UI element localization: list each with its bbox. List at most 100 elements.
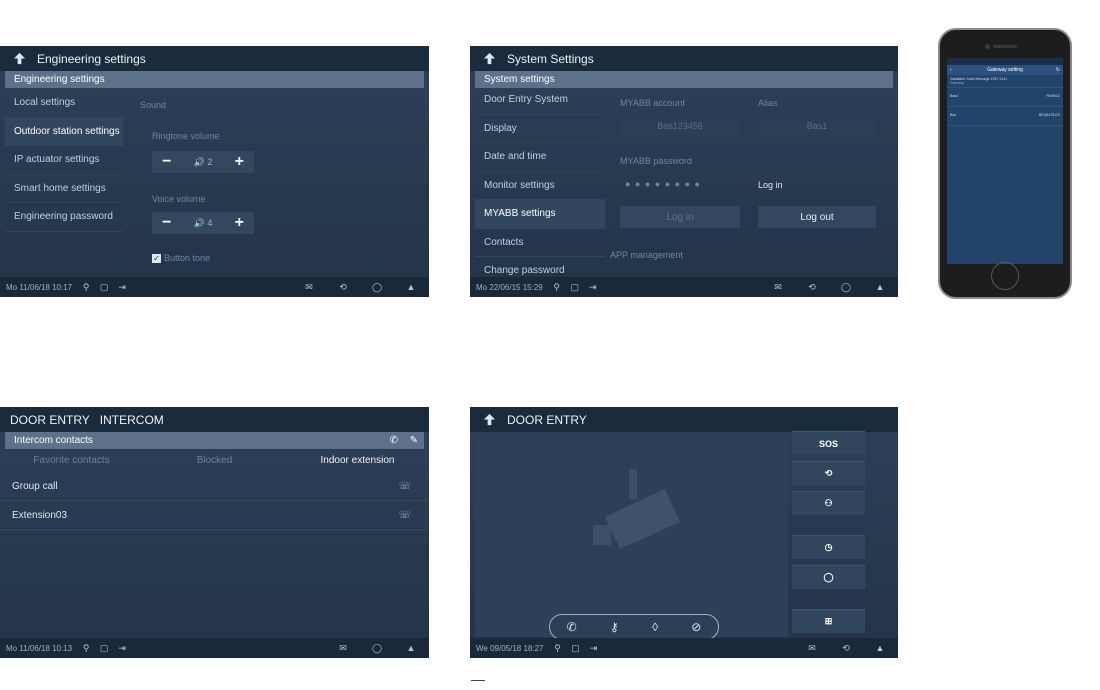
menu-item-outdoor-station-settings[interactable]: Outdoor station settings [5,117,123,146]
password-field[interactable]: ● ● ● ● ● ● ● ● [625,179,701,189]
voice-volume-stepper: − 🔊 4 + [152,212,254,234]
tab-door-entry[interactable]: DOOR ENTRY [10,413,90,427]
checkbox-checked-icon[interactable]: ✓ [152,253,161,263]
bell-icon[interactable]: ▲ [405,643,417,653]
plus-button[interactable]: + [235,153,244,171]
ringtone-volume-stepper: − 🔊 2 + [152,151,254,173]
rotate-view-button[interactable]: ⟲ [792,461,865,485]
tab-blocked[interactable]: Blocked [143,455,286,466]
login-button[interactable]: Log in [620,206,740,228]
history-button[interactable]: ◷ [792,535,865,559]
history-icon[interactable]: ⟲ [806,282,818,292]
ringtone-value: 2 [207,156,213,167]
history-icon[interactable]: ⟲ [337,282,349,292]
back-arrow-icon[interactable] [480,52,498,66]
switch-camera-button[interactable]: ⚇ [792,491,865,515]
menu-item-display[interactable]: Display [475,115,605,143]
signal-icon: ⚲ [82,281,90,292]
title-bar: Engineering settings [0,46,429,71]
status-date-time: Mo 22/06/15 15:29 [476,282,543,292]
plus-button[interactable]: + [235,214,244,232]
settings-menu: Local settings Outdoor station settings … [5,89,123,232]
phone-row-value: PAHBD2 [1046,94,1060,98]
bell-icon[interactable]: ▲ [874,282,886,292]
menu-item-ip-actuator-settings[interactable]: IP actuator settings [5,146,123,175]
call-icon[interactable]: ☏ [398,510,411,521]
menu-item-engineering-password[interactable]: Engineering password [5,203,123,232]
mute-icon[interactable]: ⊘ [691,620,701,634]
title-bar: DOOR ENTRY INTERCOM [0,407,429,432]
signal-icon: ⚲ [553,281,561,292]
button-tone-option[interactable]: ✓ Button tone [152,253,210,263]
tab-intercom[interactable]: INTERCOM [100,413,164,427]
menu-item-myabb-settings[interactable]: MYABB settings [475,200,605,229]
chat-icon[interactable]: ◯ [840,282,852,292]
back-arrow-icon[interactable] [480,413,498,427]
contact-tabs: Favorite contacts Blocked Indoor extensi… [0,449,429,472]
handset-icon[interactable]: ✆ [567,620,577,634]
phone-row[interactable]: Bas BEQ6478123 [947,107,1063,126]
monitor-icon: ▢ [99,281,109,292]
tab-favorite-contacts[interactable]: Favorite contacts [0,455,143,466]
phone-row[interactable]: Bas4 PAHBD2 [947,88,1063,107]
contact-name: Group call [12,480,58,492]
phone-add-icon[interactable]: ✆ [390,435,398,446]
logout-button[interactable]: Log out [758,206,876,228]
door-entry-panel: DOOR ENTRY ✆ ⚷ ◊ ⊘ SOS ⟲ ⚇ ◷ ◯ ⊞ We 09/0… [470,407,898,658]
camera-switch-icon: ⚇ [824,498,833,508]
rotate-icon: ⟲ [824,468,833,478]
message-icon[interactable]: ✉ [806,643,818,653]
page-title: System Settings [507,51,594,66]
video-area: ✆ ⚷ ◊ ⊘ [475,432,788,640]
page-title: Engineering settings [37,51,146,66]
login-status: Log in [758,180,783,190]
account-field[interactable]: Bas123456 [620,116,740,136]
chat-icon[interactable]: ◯ [371,282,383,292]
message-icon[interactable]: ✉ [303,282,315,292]
tab-indoor-extension[interactable]: Indoor extension [286,455,429,466]
alias-field[interactable]: Bas1 [758,116,876,136]
home-button[interactable] [991,262,1019,290]
menu-item-smart-home-settings[interactable]: Smart home settings [5,175,123,203]
layout-button[interactable]: ⊞ [792,609,865,633]
voice-value: 4 [207,217,213,228]
section-header: Intercom contacts ✆ ✎ [5,432,424,449]
history-icon[interactable]: ⟲ [840,643,852,653]
call-icon[interactable]: ☏ [398,481,411,492]
menu-item-monitor-settings[interactable]: Monitor settings [475,172,605,200]
phone-row-sub: Gateway [950,81,964,85]
back-arrow-icon[interactable] [10,52,28,66]
status-date-time: We 09/05/18 18:27 [476,643,544,653]
section-header: Engineering settings [5,71,424,88]
menu-item-contacts[interactable]: Contacts [475,229,605,257]
refresh-icon[interactable]: ↻ [1056,67,1060,73]
exit-icon: ⇥ [589,642,598,653]
message-icon[interactable]: ✉ [337,643,349,653]
list-item[interactable]: Group call ☏ [0,472,429,501]
intercom-panel: DOOR ENTRY INTERCOM Intercom contacts ✆ … [0,407,429,658]
ringtone-volume-label: Ringtone volume [152,131,220,141]
minus-button[interactable]: − [162,214,171,232]
minus-button[interactable]: − [162,153,171,171]
signal-icon: ⚲ [82,642,90,653]
grid-icon: ⊞ [824,616,833,626]
wrench-icon[interactable]: ✎ [410,435,418,446]
menu-item-date-and-time[interactable]: Date and time [475,143,605,172]
message-icon[interactable]: ✉ [772,282,784,292]
myabb-password-label: MYABB password [620,156,692,166]
bell-icon[interactable]: ▲ [874,643,886,653]
status-bar: We 09/05/18 18:27 ⚲ ▢ ⇥ ✉ ⟲ ▲ [470,638,898,658]
chat-icon[interactable]: ◯ [371,643,383,653]
menu-item-door-entry-system[interactable]: Door Entry System [475,86,605,115]
menu-item-local-settings[interactable]: Local settings [5,89,123,118]
light-bulb-icon[interactable]: ◊ [652,620,658,634]
back-chevron-icon[interactable]: ‹ [950,67,952,73]
page-title: DOOR ENTRY [507,412,587,427]
list-item[interactable]: Extension03 ☏ [0,501,429,530]
key-icon[interactable]: ⚷ [610,620,619,634]
bell-icon[interactable]: ▲ [405,282,417,292]
chat-button[interactable]: ◯ [792,565,865,589]
sos-button[interactable]: SOS [792,431,865,455]
alias-label: Alias [758,98,778,108]
phone-row[interactable]: Validation Code Message 1357 2141 Gatewa… [947,75,1063,88]
